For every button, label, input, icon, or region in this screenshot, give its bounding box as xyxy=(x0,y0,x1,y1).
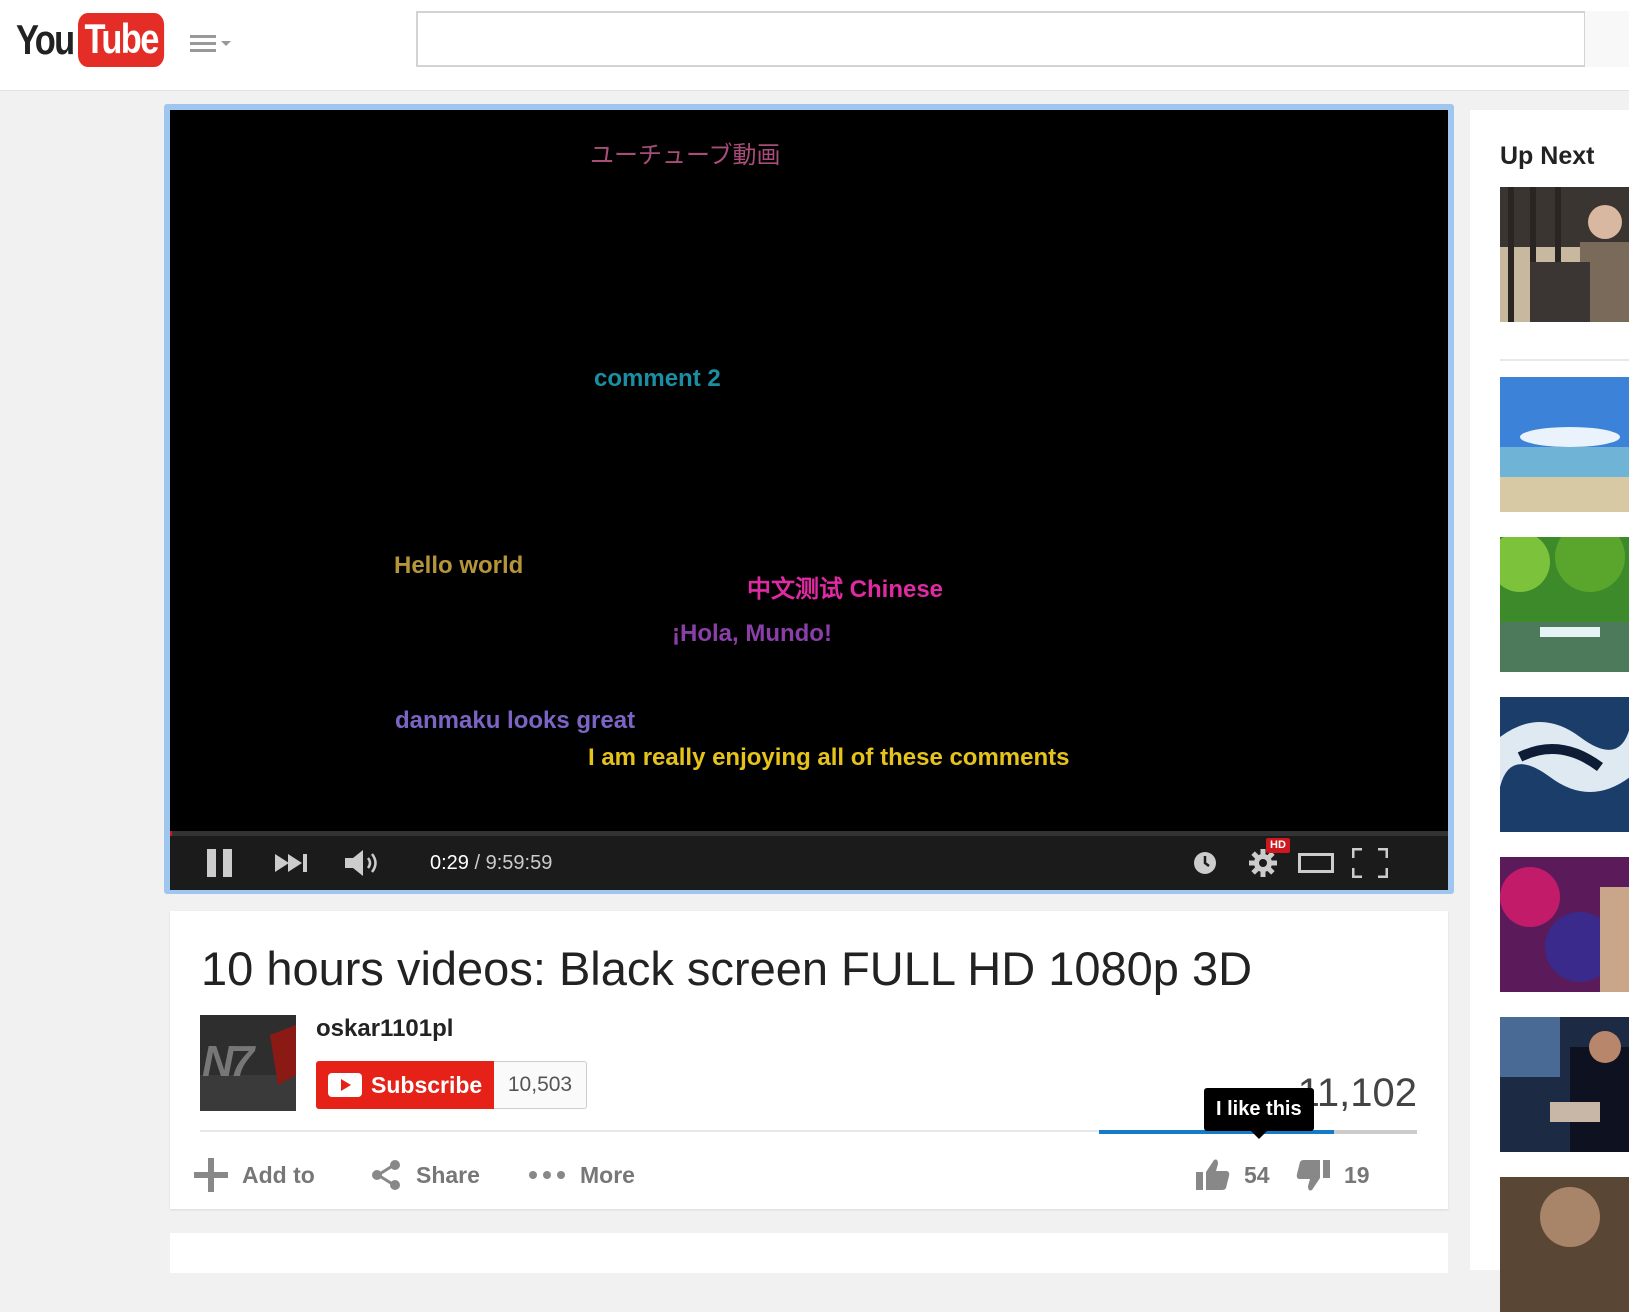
fullscreen-button[interactable] xyxy=(1348,836,1392,890)
channel-name[interactable]: oskar1101pl xyxy=(316,1015,453,1043)
like-button[interactable]: 54 xyxy=(1196,1155,1270,1195)
danmaku-comment: Hello world xyxy=(394,552,524,579)
avatar-logo-text: N7 xyxy=(202,1037,254,1086)
logo-you-text: You xyxy=(16,16,75,63)
add-to-button[interactable]: Add to xyxy=(194,1155,315,1195)
watch-later-icon xyxy=(1194,852,1216,874)
youtube-play-icon xyxy=(328,1073,362,1097)
masthead: You Tube xyxy=(0,0,1629,91)
danmaku-comment: ユーチューブ動画 xyxy=(590,142,781,169)
share-label: Share xyxy=(416,1161,480,1188)
up-next-heading: Up Next xyxy=(1500,142,1595,170)
thumbnail-image xyxy=(1500,187,1629,322)
duration: 9:59:59 xyxy=(485,852,553,874)
thumbnail-image xyxy=(1500,1177,1629,1312)
video-info-card: 10 hours videos: Black screen FULL HD 10… xyxy=(170,911,1448,1209)
comments-card xyxy=(170,1233,1448,1273)
share-icon xyxy=(370,1159,402,1191)
like-count: 54 xyxy=(1244,1161,1270,1188)
danmaku-comment: 中文测试 Chinese xyxy=(747,576,944,603)
watch-later-button[interactable] xyxy=(1185,836,1225,890)
share-button[interactable]: Share xyxy=(370,1155,480,1195)
related-video-thumbnail[interactable] xyxy=(1500,1177,1629,1312)
video-title: 10 hours videos: Black screen FULL HD 10… xyxy=(201,942,1253,995)
current-time: 0:29 xyxy=(430,852,469,874)
sidebar-separator xyxy=(1500,359,1629,361)
thumbs-up-icon xyxy=(1196,1158,1230,1192)
search-button[interactable] xyxy=(1584,11,1629,67)
pause-icon xyxy=(207,849,232,877)
time-display: 0:29 / 9:59:59 xyxy=(430,836,552,890)
related-video-thumbnail[interactable] xyxy=(1500,377,1629,512)
related-video-thumbnail[interactable] xyxy=(1500,537,1629,672)
subscribe-button[interactable]: Subscribe xyxy=(316,1061,494,1109)
view-count: 11,102 xyxy=(1297,1071,1417,1115)
like-tooltip: I like this xyxy=(1204,1088,1314,1139)
next-button[interactable] xyxy=(270,836,314,890)
search-input[interactable] xyxy=(418,13,1629,65)
theater-mode-button[interactable] xyxy=(1294,836,1338,890)
thumbnail-image xyxy=(1500,537,1629,672)
time-separator: / xyxy=(468,852,486,874)
pause-button[interactable] xyxy=(200,836,240,890)
subscribe-label: Subscribe xyxy=(371,1071,483,1098)
thumbnail-image xyxy=(1500,857,1629,992)
next-icon xyxy=(275,854,307,872)
volume-icon xyxy=(345,850,377,876)
guide-menu-button[interactable] xyxy=(190,32,238,56)
related-video-thumbnail[interactable] xyxy=(1500,697,1629,832)
more-dots-icon xyxy=(528,1170,566,1180)
player-controls: 0:29 / 9:59:59 HD xyxy=(170,836,1448,890)
thumbnail-image xyxy=(1500,1017,1629,1152)
thumbnail-image xyxy=(1500,697,1629,832)
add-to-label: Add to xyxy=(242,1161,315,1188)
theater-mode-icon xyxy=(1298,853,1334,873)
dislike-button[interactable]: 19 xyxy=(1296,1155,1370,1195)
danmaku-comment: danmaku looks great xyxy=(395,707,636,734)
plus-icon xyxy=(194,1158,228,1192)
danmaku-comment: I am really enjoying all of these commen… xyxy=(588,744,1070,771)
related-video-thumbnail[interactable] xyxy=(1500,857,1629,992)
related-video-thumbnail[interactable] xyxy=(1500,1017,1629,1152)
volume-button[interactable] xyxy=(338,836,388,890)
youtube-logo[interactable]: You Tube xyxy=(16,10,183,70)
more-label: More xyxy=(580,1161,635,1188)
video-player[interactable]: ユーチューブ動画 comment 2 Hello world 中文测试 Chin… xyxy=(170,110,1448,890)
thumbs-down-icon xyxy=(1296,1158,1330,1192)
search-box[interactable] xyxy=(416,11,1629,67)
thumbnail-image xyxy=(1500,377,1629,512)
more-button[interactable]: More xyxy=(528,1155,635,1195)
hd-badge: HD xyxy=(1266,838,1290,853)
settings-button[interactable]: HD xyxy=(1238,836,1290,890)
logo-tube-text: Tube xyxy=(78,13,165,67)
subscriber-count: 10,503 xyxy=(494,1061,587,1109)
channel-avatar[interactable]: N7 xyxy=(200,1015,296,1111)
dislike-count: 19 xyxy=(1344,1161,1370,1188)
fullscreen-icon xyxy=(1352,848,1388,878)
danmaku-comment: ¡Hola, Mundo! xyxy=(672,620,832,647)
danmaku-comment: comment 2 xyxy=(594,365,721,392)
hamburger-menu-icon xyxy=(190,35,231,52)
related-video-thumbnail[interactable] xyxy=(1500,187,1629,322)
watch-sidebar: Up Next xyxy=(1470,110,1629,1312)
